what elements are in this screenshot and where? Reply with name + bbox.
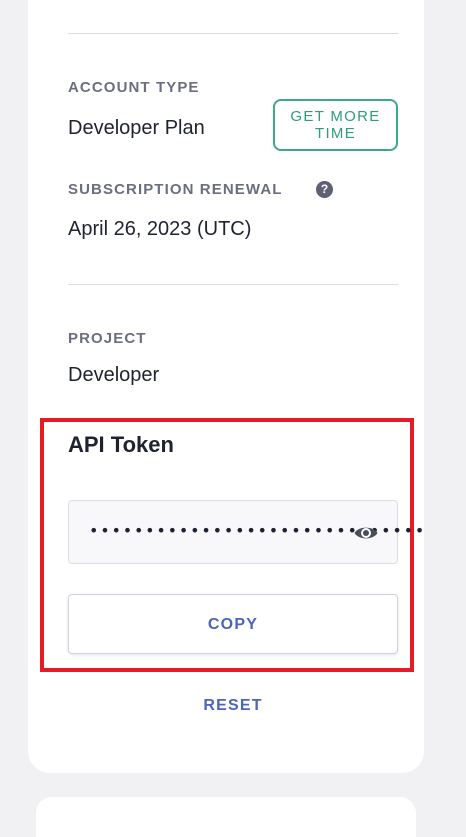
- divider-middle: [68, 284, 398, 285]
- api-token-masked-value: ••••••••••••••••••••••••••••••: [89, 521, 427, 540]
- get-more-time-button[interactable]: GET MORE TIME: [273, 99, 398, 151]
- api-token-field[interactable]: ••••••••••••••••••••••••••••••: [68, 500, 427, 564]
- subscription-renewal-label: SUBSCRIPTION RENEWAL: [68, 181, 283, 198]
- divider-top: [68, 33, 398, 34]
- subscription-renewal-value: April 26, 2023 (UTC): [68, 218, 252, 240]
- project-label: PROJECT: [68, 330, 147, 347]
- copy-button[interactable]: COPY: [68, 594, 398, 654]
- account-type-label: ACCOUNT TYPE: [68, 79, 200, 96]
- question-circle-icon[interactable]: ?: [316, 181, 333, 198]
- next-card: [36, 797, 416, 837]
- project-value: Developer: [68, 364, 160, 386]
- api-token-title: API Token: [68, 432, 174, 457]
- eye-icon[interactable]: [353, 522, 379, 544]
- reset-button[interactable]: RESET: [68, 694, 398, 718]
- account-type-value: Developer Plan: [68, 117, 205, 139]
